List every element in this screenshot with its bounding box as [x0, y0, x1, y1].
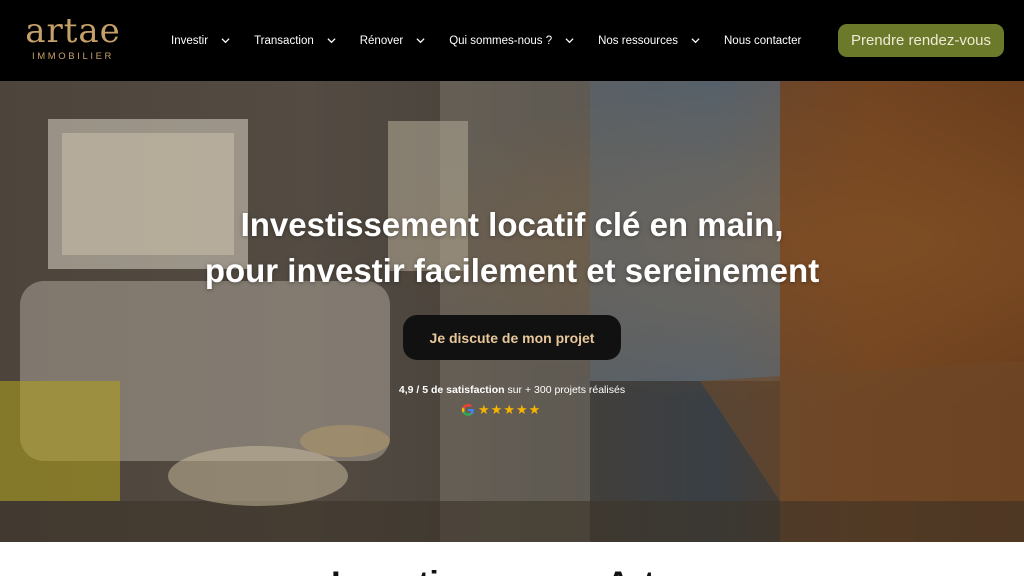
- chevron-down-icon: [416, 36, 425, 45]
- nav-item-label: Qui sommes-nous ?: [449, 34, 553, 47]
- hero-title-line-1: Investissement locatif clé en main,: [240, 206, 784, 243]
- hero-title-line-2: pour investir facilement et sereinement: [204, 252, 820, 289]
- star-icon: ★: [528, 402, 541, 417]
- nav-item-label: Rénover: [359, 34, 404, 47]
- star-icon: ★: [515, 402, 528, 417]
- section-title: Investissez avec Artae: [0, 564, 1024, 576]
- nav-item-nos-ressources[interactable]: Nos ressources: [598, 35, 700, 47]
- chevron-down-icon: [691, 36, 700, 45]
- rating-detail: sur + 300 projets réalisés: [504, 384, 626, 396]
- brand-name: artae: [25, 11, 121, 51]
- nav-item-renover[interactable]: Rénover: [360, 35, 425, 47]
- nav-item-transaction[interactable]: Transaction: [254, 35, 336, 47]
- nav-item-label: Nous contacter: [724, 34, 802, 47]
- hero-content: Investissement locatif clé en main, pour…: [0, 81, 1024, 542]
- brand-subtitle: IMMOBILIER: [32, 51, 114, 62]
- discuss-project-button[interactable]: Je discute de mon projet: [403, 315, 621, 360]
- star-icon: ★: [503, 402, 515, 417]
- chevron-down-icon: [221, 36, 230, 45]
- nav-item-investir[interactable]: Investir: [171, 35, 230, 47]
- nav-item-label: Transaction: [254, 34, 314, 47]
- nav-item-qui-sommes-nous[interactable]: Qui sommes-nous ?: [449, 35, 574, 47]
- nav-item-label: Nos ressources: [598, 34, 678, 47]
- chevron-down-icon: [565, 36, 574, 45]
- nav-item-nous-contacter[interactable]: Nous contacter: [724, 35, 801, 47]
- satisfaction-rating: 4,9 / 5 de satisfaction sur + 300 projet…: [0, 384, 1024, 396]
- google-icon: [461, 404, 474, 416]
- book-appointment-button[interactable]: Prendre rendez-vous: [838, 24, 1004, 57]
- brand-logo[interactable]: artae IMMOBILIER: [18, 14, 128, 66]
- hero-section: Investissement locatif clé en main, pour…: [0, 81, 1024, 542]
- star-icon: ★: [478, 402, 490, 417]
- nav-item-label: Investir: [171, 34, 209, 47]
- star-icon: ★: [490, 402, 503, 417]
- site-header: artae IMMOBILIER Investir Transaction Ré…: [0, 0, 1024, 81]
- main-nav: Investir Transaction Rénover Qui sommes-…: [171, 0, 825, 81]
- chevron-down-icon: [327, 36, 336, 45]
- next-section: Investissez avec Artae: [0, 542, 1024, 576]
- review-stars: ★ ★ ★ ★ ★: [461, 402, 541, 418]
- rating-score: 4,9 / 5 de satisfaction: [398, 384, 505, 396]
